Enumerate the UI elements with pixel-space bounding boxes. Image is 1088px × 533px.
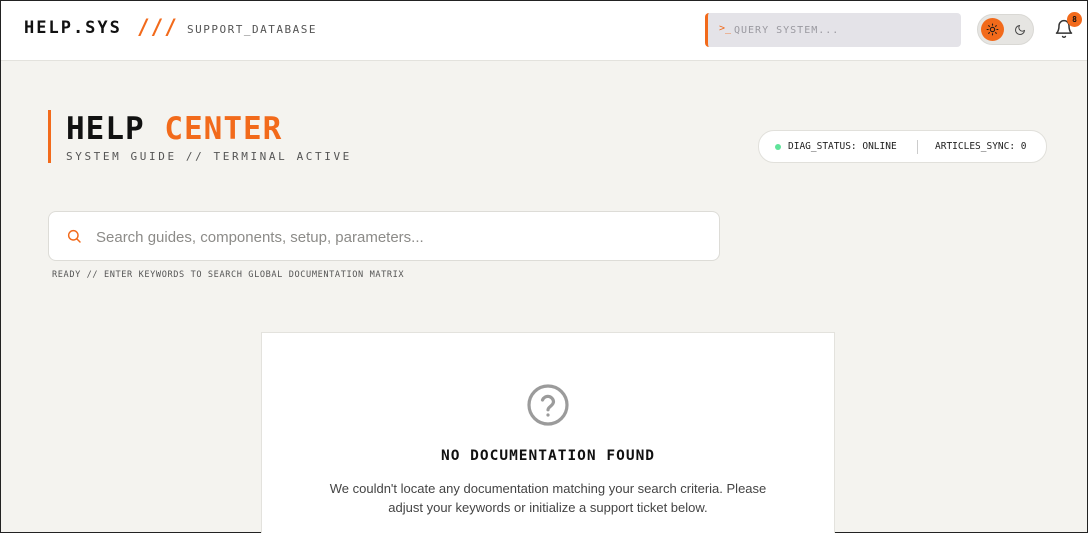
search-icon — [66, 228, 82, 244]
top-bar: HELP.SYS /// SUPPORT_DATABASE >_ 8 — [1, 1, 1087, 61]
status-pill: DIAG_STATUS: ONLINE ARTICLES_SYNC: 0 — [758, 130, 1047, 163]
page-title: HELP CENTER — [66, 111, 282, 147]
page-subtitle: SYSTEM GUIDE // TERMINAL ACTIVE — [66, 150, 352, 163]
empty-state-card: NO DOCUMENTATION FOUND We couldn't locat… — [261, 332, 835, 533]
diag-status: DIAG_STATUS: ONLINE — [788, 141, 897, 152]
status-online-dot — [775, 144, 781, 150]
moon-icon[interactable] — [1011, 21, 1029, 39]
help-search-input[interactable] — [96, 225, 706, 249]
question-circle-icon — [526, 383, 570, 427]
brand-subtitle: SUPPORT_DATABASE — [187, 23, 317, 36]
brand-logo[interactable]: HELP.SYS — [24, 18, 122, 38]
terminal-prompt-icon: >_ — [719, 23, 732, 34]
page-title-help: HELP — [66, 111, 145, 147]
search-hint: READY // ENTER KEYWORDS TO SEARCH GLOBAL… — [52, 270, 405, 280]
theme-toggle[interactable] — [977, 14, 1034, 45]
empty-state-title: NO DOCUMENTATION FOUND — [440, 448, 656, 464]
hero-accent-bar — [48, 110, 51, 163]
query-system-field[interactable]: >_ — [705, 13, 961, 47]
status-divider — [917, 140, 918, 154]
brand-slashes: /// — [137, 15, 178, 39]
notification-count-badge: 8 — [1067, 12, 1082, 27]
empty-state-message: We couldn't locate any documentation mat… — [329, 481, 767, 515]
sun-icon[interactable] — [981, 18, 1004, 41]
query-system-input[interactable] — [734, 21, 954, 39]
help-search-box[interactable] — [48, 211, 720, 261]
articles-sync-status: ARTICLES_SYNC: 0 — [935, 141, 1027, 152]
page-title-center: CENTER — [164, 111, 283, 147]
